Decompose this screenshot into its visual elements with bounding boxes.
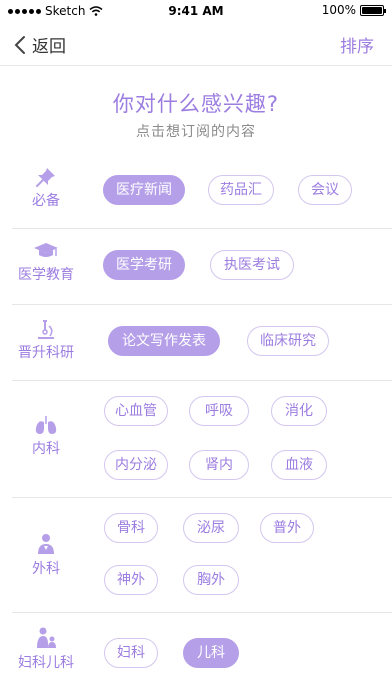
category-label: 必备	[32, 193, 60, 209]
category-label: 外科	[32, 561, 60, 577]
tag-thoracic-surgery[interactable]: 胸外	[183, 565, 239, 595]
tag-paper-writing[interactable]: 论文写作发表	[108, 326, 220, 356]
section-divider	[12, 612, 392, 613]
tag-drug-digest[interactable]: 药品汇	[208, 175, 274, 205]
battery-icon	[360, 4, 386, 16]
section-divider	[12, 304, 392, 305]
category-obgyn-pediatrics: 妇科儿科	[0, 626, 92, 672]
tag-nephrology[interactable]: 肾内	[189, 450, 249, 480]
section-divider	[12, 228, 392, 229]
mother-child-icon	[37, 627, 56, 648]
tag-gynecology[interactable]: 妇科	[104, 638, 158, 668]
battery-status: 100%	[321, 3, 386, 17]
tag-orthopedics[interactable]: 骨科	[104, 513, 158, 543]
back-label: 返回	[32, 37, 66, 57]
graduation-cap-icon	[34, 243, 58, 257]
category-label: 妇科儿科	[18, 655, 74, 671]
category-medical-education: 医学教育	[0, 240, 92, 284]
chevron-left-icon	[14, 35, 25, 54]
category-label: 医学教育	[18, 267, 74, 283]
nav-bar: 返回 排序	[0, 22, 392, 66]
category-promotion-research: 晋升科研	[0, 318, 92, 362]
lungs-icon	[35, 416, 57, 434]
tag-postgrad-exam[interactable]: 医学考研	[103, 250, 185, 280]
tag-pediatrics[interactable]: 儿科	[183, 638, 239, 668]
tag-clinical-research[interactable]: 临床研究	[247, 326, 329, 356]
page-title: 你对什么感兴趣?	[112, 92, 280, 116]
category-label: 晋升科研	[18, 345, 74, 361]
surgeon-icon	[38, 534, 54, 554]
page-subtitle: 点击想订阅的内容	[136, 124, 256, 140]
category-surgery: 外科	[0, 532, 92, 578]
microscope-icon	[38, 320, 54, 339]
category-internal-medicine: 内科	[0, 414, 92, 458]
back-button[interactable]: 返回	[14, 32, 66, 57]
tag-conference[interactable]: 会议	[298, 175, 352, 205]
tag-respiratory[interactable]: 呼吸	[189, 396, 249, 426]
tag-digestive[interactable]: 消化	[271, 396, 327, 426]
tag-general-surgery[interactable]: 普外	[260, 513, 314, 543]
tag-neurosurgery[interactable]: 神外	[104, 565, 158, 595]
sort-button[interactable]: 排序	[340, 32, 374, 57]
tag-license-exam[interactable]: 执医考试	[210, 250, 294, 280]
section-divider	[12, 380, 392, 381]
tag-cardiovascular[interactable]: 心血管	[104, 396, 168, 426]
tag-urology[interactable]: 泌尿	[183, 513, 239, 543]
battery-percent: 100%	[321, 3, 356, 17]
category-essentials: 必备	[0, 166, 92, 210]
tag-hematology[interactable]: 血液	[271, 450, 327, 480]
tag-endocrine[interactable]: 内分泌	[104, 450, 168, 480]
tag-medical-news[interactable]: 医疗新闻	[103, 175, 185, 205]
pin-icon	[36, 168, 55, 187]
status-bar: Sketch 9:41 AM 100%	[0, 0, 392, 22]
category-label: 内科	[32, 441, 60, 457]
section-divider	[12, 497, 392, 498]
